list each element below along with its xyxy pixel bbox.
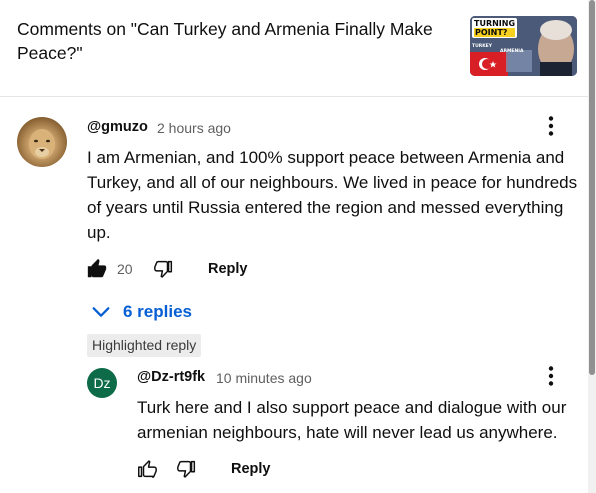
thumb-down-icon[interactable] [153, 258, 175, 280]
avatar-initials: Dz [93, 375, 111, 391]
replies-count-label: 6 replies [123, 302, 192, 321]
replies-toggle[interactable]: 6 replies [90, 299, 192, 325]
reply-button[interactable]: Reply [208, 261, 248, 277]
more-vertical-icon[interactable] [539, 364, 563, 388]
thumbnail-label-turkey: TURKEY [472, 44, 493, 49]
video-thumbnail[interactable]: TURNING POINT? TURKEY ARMENIA [470, 16, 577, 76]
avatar[interactable] [17, 117, 67, 167]
scrollbar-thumb[interactable] [589, 0, 595, 375]
avatar[interactable]: Dz [87, 368, 117, 398]
comment-author[interactable]: @gmuzo [87, 119, 148, 135]
more-vertical-icon[interactable] [539, 114, 563, 138]
highlighted-reply-badge: Highlighted reply [87, 334, 202, 357]
page-title: Comments on "Can Turkey and Armenia Fina… [17, 19, 433, 63]
like-count: 20 [117, 261, 133, 277]
comment-timestamp[interactable]: 2 hours ago [157, 120, 231, 136]
scrollbar[interactable] [588, 0, 596, 493]
thumbnail-caption: TURNING POINT? [472, 18, 518, 38]
thumb-up-filled-icon[interactable] [86, 258, 108, 280]
reply-author[interactable]: @Dz-rt9fk [137, 369, 205, 385]
thumb-up-icon[interactable] [136, 458, 158, 480]
comments-header: Comments on "Can Turkey and Armenia Fina… [0, 0, 588, 97]
thumb-down-icon[interactable] [176, 458, 198, 480]
chevron-down-icon [92, 307, 110, 317]
thumbnail-label-armenia: ARMENIA [500, 49, 524, 54]
reply-timestamp[interactable]: 10 minutes ago [216, 370, 312, 386]
comment-text: I am Armenian, and 100% support peace be… [87, 148, 578, 242]
reply-text: Turk here and I also support peace and d… [137, 398, 567, 442]
reply-button[interactable]: Reply [231, 461, 271, 477]
